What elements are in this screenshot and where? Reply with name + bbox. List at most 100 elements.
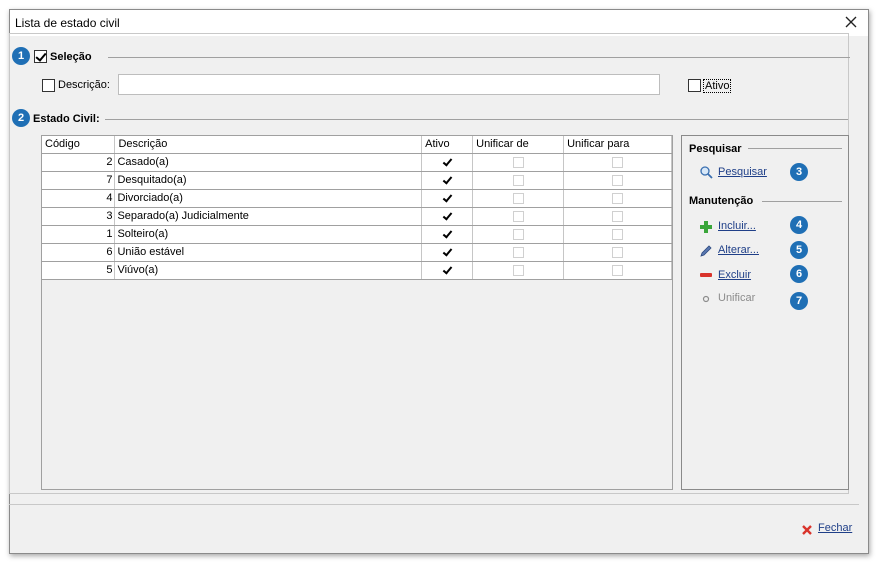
table-row[interactable]: 6 União estável [42, 243, 672, 262]
callout-badge-5: 5 [790, 241, 808, 259]
cell-ativo [421, 261, 474, 280]
unificar-de-checkbox[interactable] [512, 192, 524, 204]
ativo-checkbox[interactable] [442, 229, 453, 240]
selecao-checkbox[interactable] [34, 50, 47, 63]
excluir-link[interactable]: Excluir [718, 269, 751, 281]
remove-icon [700, 273, 712, 277]
ativo-checkbox[interactable] [442, 193, 453, 204]
pesquisar-section-title: Pesquisar [689, 143, 742, 155]
cell-codigo: 3 [42, 207, 116, 226]
close-icon[interactable] [842, 13, 860, 31]
callout-badge-6: 6 [790, 265, 808, 283]
cell-descricao: Solteiro(a) [114, 225, 423, 244]
column-header-descricao[interactable]: Descrição [114, 136, 423, 154]
column-header-codigo[interactable]: Código [42, 136, 116, 154]
unificar-de-checkbox[interactable] [512, 246, 524, 258]
cell-codigo: 7 [42, 171, 116, 190]
cell-unificar-para [563, 225, 672, 244]
unificar-de-checkbox[interactable] [512, 174, 524, 186]
cell-unificar-para [563, 261, 672, 280]
cell-descricao: Viúvo(a) [114, 261, 423, 280]
table-row[interactable]: 4 Divorciado(a) [42, 189, 672, 208]
cell-ativo [421, 243, 474, 262]
cell-unificar-de [472, 171, 565, 190]
cell-unificar-de [472, 225, 565, 244]
add-icon [700, 221, 712, 233]
column-header-unificar-de[interactable]: Unificar de [472, 136, 565, 154]
cell-ativo [421, 225, 474, 244]
callout-badge-1: 1 [12, 47, 30, 65]
fechar-button[interactable]: Fechar [818, 522, 852, 534]
pesquisar-link[interactable]: Pesquisar [718, 166, 767, 178]
unificar-de-checkbox[interactable] [512, 156, 524, 168]
callout-badge-7: 7 [790, 292, 808, 310]
cell-ativo [421, 171, 474, 190]
ativo-checkbox[interactable] [442, 265, 453, 276]
footer-divider [9, 504, 859, 505]
table-row[interactable]: 1 Solteiro(a) [42, 225, 672, 244]
ativo-checkbox[interactable] [442, 157, 453, 168]
descricao-checkbox[interactable] [42, 79, 55, 92]
cell-unificar-de [472, 189, 565, 208]
cell-ativo [421, 153, 474, 172]
unificar-link[interactable]: Unificar [718, 292, 755, 304]
cell-unificar-para [563, 153, 672, 172]
table-row[interactable]: 2 Casado(a) [42, 153, 672, 172]
divider [762, 201, 842, 202]
ativo-checkbox[interactable] [442, 211, 453, 222]
descricao-input[interactable] [118, 74, 660, 95]
callout-badge-2: 2 [12, 109, 30, 127]
ativo-checkbox[interactable] [442, 175, 453, 186]
unificar-para-checkbox[interactable] [612, 210, 624, 222]
cell-codigo: 2 [42, 153, 116, 172]
cell-unificar-de [472, 243, 565, 262]
table-row[interactable]: 3 Separado(a) Judicialmente [42, 207, 672, 226]
merge-icon [702, 295, 710, 303]
estado-civil-table: Código Descrição Ativo Unificar de Unifi… [42, 136, 672, 280]
unificar-de-checkbox[interactable] [512, 210, 524, 222]
manutencao-section-title: Manutenção [689, 195, 754, 207]
cell-descricao: Desquitado(a) [114, 171, 423, 190]
cell-descricao: Separado(a) Judicialmente [114, 207, 423, 226]
unificar-para-checkbox[interactable] [612, 174, 624, 186]
descricao-label: Descrição: [58, 79, 110, 91]
cell-unificar-de [472, 207, 565, 226]
unificar-de-checkbox[interactable] [512, 228, 524, 240]
column-header-ativo[interactable]: Ativo [421, 136, 474, 154]
unificar-para-checkbox[interactable] [612, 228, 624, 240]
selecao-label: Seleção [50, 51, 92, 63]
cell-codigo: 6 [42, 243, 116, 262]
table-row[interactable]: 5 Viúvo(a) [42, 261, 672, 280]
estado-civil-grid[interactable]: Código Descrição Ativo Unificar de Unifi… [41, 135, 673, 490]
callout-badge-4: 4 [790, 216, 808, 234]
cell-unificar-para [563, 207, 672, 226]
table-row[interactable]: 7 Desquitado(a) [42, 171, 672, 190]
unificar-para-checkbox[interactable] [612, 264, 624, 276]
ativo-checkbox[interactable] [688, 79, 701, 92]
unificar-para-checkbox[interactable] [612, 246, 624, 258]
close-red-icon [802, 525, 812, 535]
cell-unificar-para [563, 171, 672, 190]
cell-ativo [421, 207, 474, 226]
pencil-icon [700, 245, 712, 257]
cell-unificar-de [472, 153, 565, 172]
divider [105, 119, 848, 120]
column-header-unificar-para[interactable]: Unificar para [563, 136, 672, 154]
ativo-label[interactable]: Ativo [703, 79, 732, 93]
cell-codigo: 1 [42, 225, 116, 244]
divider [748, 148, 842, 149]
cell-descricao: União estável [114, 243, 423, 262]
unificar-para-checkbox[interactable] [612, 192, 624, 204]
ativo-checkbox[interactable] [442, 247, 453, 258]
cell-ativo [421, 189, 474, 208]
incluir-link[interactable]: Incluir... [718, 220, 756, 232]
cell-unificar-para [563, 189, 672, 208]
cell-unificar-para [563, 243, 672, 262]
unificar-de-checkbox[interactable] [512, 264, 524, 276]
cell-descricao: Casado(a) [114, 153, 423, 172]
estado-civil-label: Estado Civil: [33, 113, 100, 125]
callout-badge-3: 3 [790, 163, 808, 181]
alterar-link[interactable]: Alterar... [718, 244, 759, 256]
cell-codigo: 4 [42, 189, 116, 208]
unificar-para-checkbox[interactable] [612, 156, 624, 168]
